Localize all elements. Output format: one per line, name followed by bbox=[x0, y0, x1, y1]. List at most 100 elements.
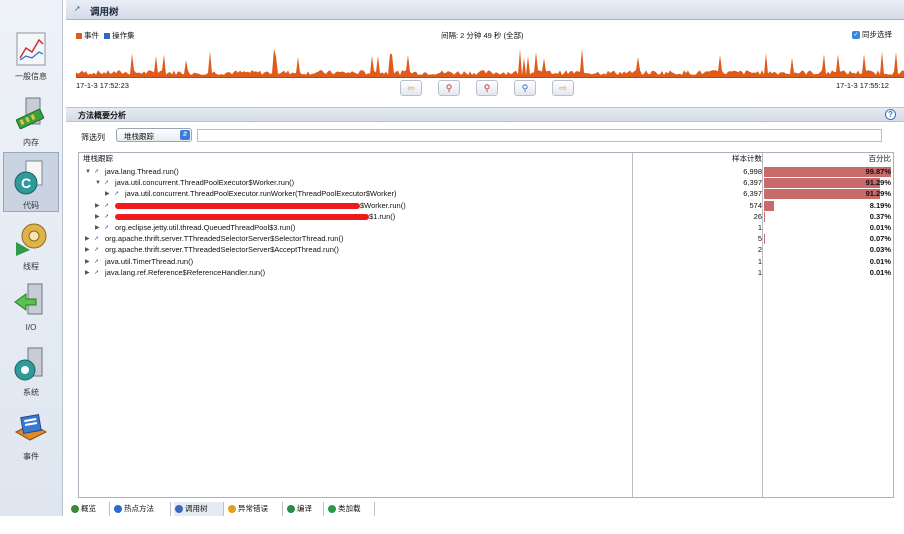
sidebar-item-threads[interactable]: 线程 bbox=[3, 214, 59, 274]
expand-arrow-icon[interactable]: ▶ bbox=[85, 234, 90, 244]
percent-value: 0.03% bbox=[869, 245, 891, 255]
zoom-out-icon: ⚲ bbox=[483, 83, 491, 93]
percent-value: 0.37% bbox=[869, 211, 891, 221]
sidebar-item-memory[interactable]: 内存 bbox=[3, 90, 59, 150]
tab-overview[interactable]: 概览 bbox=[70, 502, 110, 516]
scroll-left-button[interactable]: ⇦ bbox=[400, 80, 422, 96]
timeline-legend: 事件 操作集 bbox=[76, 30, 135, 41]
expand-arrow-icon[interactable]: ▶ bbox=[85, 245, 90, 255]
table-row[interactable]: ▶ ➚ java.util.TimerThread.run() 1 0.01% bbox=[79, 257, 893, 267]
legend-ops-label: 操作集 bbox=[112, 31, 135, 40]
interval-label: 间隔: 2 分钟 49 秒 (全部) bbox=[441, 31, 524, 40]
page-title: 调用树 bbox=[90, 7, 119, 18]
sidebar-item-events[interactable]: 事件 bbox=[3, 404, 59, 464]
sidebar-item-label: I/O bbox=[25, 323, 37, 332]
zoom-fit-icon: ⚲ bbox=[521, 83, 529, 93]
timeline-panel: 事件 操作集 间隔: 2 分钟 49 秒 (全部) ✓ 同步选择 17-1-3 1… bbox=[66, 22, 904, 102]
stack-frame-label: org.eclipse.jetty.util.thread.QueuedThre… bbox=[115, 223, 296, 232]
events-legend-swatch bbox=[76, 33, 82, 40]
sidebar-item-system[interactable]: 系统 bbox=[3, 340, 59, 400]
tab-class-loading[interactable]: 类加载 bbox=[327, 502, 375, 516]
percent-value: 0.01% bbox=[869, 256, 891, 266]
events-activity-area bbox=[76, 48, 904, 78]
hot-methods-icon bbox=[114, 505, 122, 513]
table-row[interactable]: ▶ ➚ $Worker.run() 574 8.19% bbox=[79, 200, 893, 211]
method-icon: ➚ bbox=[104, 225, 110, 231]
tab-label: 异常错误 bbox=[238, 504, 268, 513]
arrow-left-icon: ⇦ bbox=[407, 83, 415, 93]
sidebar-item-io[interactable]: I/O bbox=[3, 276, 59, 336]
table-row[interactable]: ▶ ➚ org.apache.thrift.server.TThreadedSele… bbox=[79, 234, 893, 245]
scroll-right-button[interactable]: ⇨ bbox=[552, 80, 574, 96]
expand-arrow-icon[interactable]: ▶ bbox=[85, 268, 90, 278]
timeline-activity-graph[interactable] bbox=[76, 44, 904, 78]
table-row[interactable]: ▼ ➚ java.lang.Thread.run() 6,998 99.87% bbox=[79, 167, 893, 177]
table-row[interactable]: ▶ ➚ java.util.concurrent.ThreadPoolExecuto… bbox=[79, 189, 893, 200]
chart-icon bbox=[16, 32, 46, 66]
column-header-samples[interactable]: 样本计数 bbox=[629, 153, 762, 164]
stack-frame-label: org.apache.thrift.server.TThreadedSelect… bbox=[105, 245, 339, 255]
table-row[interactable]: ▶ ➚ org.eclipse.jetty.util.thread.QueuedTh… bbox=[79, 223, 893, 233]
sidebar-item-label: 代码 bbox=[23, 201, 39, 210]
bottom-tab-bar: 概览 热点方法 调用树 异常错误 编译 类加载 bbox=[66, 502, 904, 516]
timeline-end-time: 17-1-3 17:55:12 bbox=[836, 81, 889, 90]
overview-icon bbox=[71, 505, 79, 513]
zoom-in-button[interactable]: ⚲ bbox=[438, 80, 460, 96]
method-icon: ➚ bbox=[104, 180, 110, 187]
sync-selection-checkbox[interactable]: ✓ 同步选择 bbox=[852, 29, 904, 40]
sidebar-item-label: 一般信息 bbox=[15, 72, 47, 81]
table-row[interactable]: ▼ ➚ java.util.concurrent.ThreadPoolExecuto… bbox=[79, 178, 893, 189]
zoom-fit-button[interactable]: ⚲ bbox=[514, 80, 536, 96]
zoom-in-icon: ⚲ bbox=[445, 83, 453, 93]
tab-exceptions[interactable]: 异常错误 bbox=[227, 502, 283, 516]
redaction-mark bbox=[115, 213, 369, 220]
table-row[interactable]: ▶ ➚ org.apache.thrift.server.TThreadedSele… bbox=[79, 245, 893, 256]
sample-count: 6,397 bbox=[743, 178, 762, 188]
tab-hot-methods[interactable]: 热点方法 bbox=[113, 502, 171, 516]
expand-arrow-icon[interactable]: ▶ bbox=[105, 189, 110, 199]
tab-compile[interactable]: 编译 bbox=[286, 502, 324, 516]
expand-arrow-icon[interactable]: ▶ bbox=[95, 212, 100, 222]
method-icon: ➚ bbox=[104, 202, 110, 209]
percent-value: 91.29% bbox=[865, 178, 891, 188]
column-header-percent[interactable]: 百分比 bbox=[764, 153, 892, 164]
percent-value: 0.07% bbox=[869, 234, 891, 244]
sample-count: 26 bbox=[753, 211, 762, 221]
call-tree-icon bbox=[175, 505, 183, 513]
filter-text-input[interactable] bbox=[197, 129, 882, 142]
help-icon[interactable]: ? bbox=[885, 109, 896, 120]
table-row[interactable]: ▶ ➚ $1.run() 26 0.37% bbox=[79, 211, 893, 222]
filter-column-value: 堆栈跟踪 bbox=[124, 132, 154, 141]
method-icon: ➚ bbox=[104, 213, 110, 220]
percent-value: 8.19% bbox=[869, 200, 891, 210]
sidebar-item-general[interactable]: 一般信息 bbox=[3, 24, 59, 84]
sidebar-item-label: 内存 bbox=[23, 138, 39, 147]
filter-column-select[interactable]: 堆栈跟踪 ⇵ bbox=[116, 128, 192, 142]
zoom-out-button[interactable]: ⚲ bbox=[476, 80, 498, 96]
threads-icon bbox=[16, 223, 47, 256]
expand-arrow-icon[interactable]: ▶ bbox=[95, 201, 100, 211]
expand-arrow-icon[interactable]: ▶ bbox=[95, 223, 100, 233]
method-icon: ➚ bbox=[94, 169, 100, 175]
sync-label: 同步选择 bbox=[862, 30, 892, 39]
stack-frame-label: org.apache.thrift.server.TThreadedSelect… bbox=[105, 234, 344, 244]
title-bar: ➚ 调用树 bbox=[66, 0, 904, 20]
stack-frame-label: java.util.concurrent.ThreadPoolExecutor.… bbox=[125, 189, 397, 199]
tab-call-tree[interactable]: 调用树 bbox=[174, 502, 224, 516]
sidebar-item-label: 系统 bbox=[23, 388, 39, 397]
sample-count: 1 bbox=[757, 256, 762, 266]
expand-arrow-icon[interactable]: ▶ bbox=[85, 257, 90, 267]
collapse-arrow-icon[interactable]: ▼ bbox=[85, 167, 91, 177]
table-row[interactable]: ▶ ➚ java.lang.ref.Reference$ReferenceHandl… bbox=[79, 268, 893, 278]
class-loading-icon bbox=[328, 505, 336, 513]
stack-frame-label: java.lang.ref.Reference$ReferenceHandler… bbox=[105, 267, 266, 277]
sidebar-item-code[interactable]: C 代码 bbox=[3, 152, 59, 212]
column-header-stack[interactable]: 堆栈跟踪 bbox=[83, 153, 113, 164]
section-title: 方法概要分析 bbox=[78, 111, 126, 120]
sample-count: 574 bbox=[749, 200, 762, 210]
sample-count: 6,397 bbox=[743, 189, 762, 199]
percent-value: 91.29% bbox=[865, 189, 891, 199]
method-icon: ➚ bbox=[94, 269, 100, 276]
chevron-updown-icon: ⇵ bbox=[180, 130, 190, 140]
collapse-arrow-icon[interactable]: ▼ bbox=[95, 178, 101, 188]
